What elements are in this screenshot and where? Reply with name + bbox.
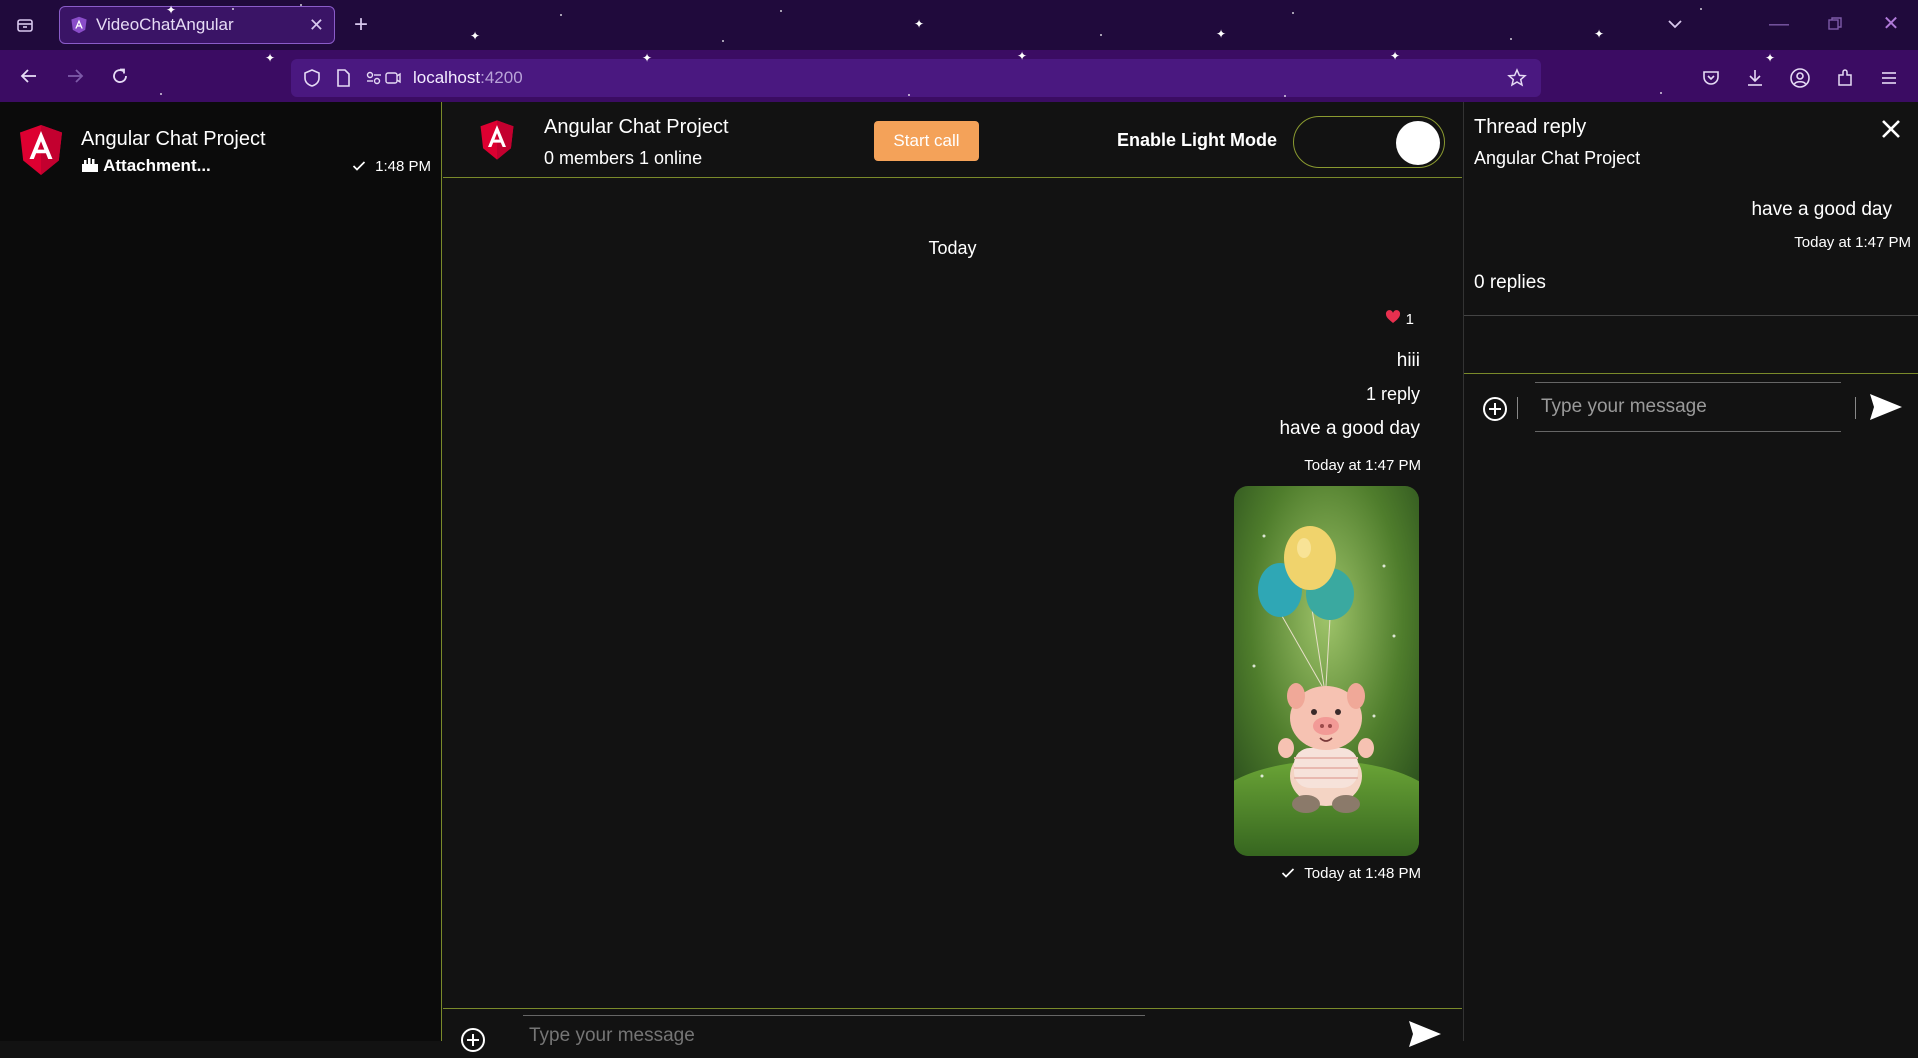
add-attachment-icon[interactable] (460, 1027, 486, 1058)
add-attachment-icon[interactable] (1482, 396, 1508, 427)
plus-icon[interactable]: + (348, 12, 374, 38)
tab-title: VideoChatAngular (96, 15, 234, 34)
bookmark-star-icon[interactable] (1507, 68, 1527, 88)
minimize-icon[interactable]: — (1766, 11, 1792, 37)
close-icon[interactable]: ✕ (309, 15, 324, 36)
check-icon (352, 158, 375, 175)
heart-icon (1385, 310, 1401, 328)
reaction-badge[interactable]: 1 (1385, 310, 1414, 328)
angular-favicon-icon (71, 16, 87, 34)
toggle-knob (1396, 121, 1440, 165)
address-bar[interactable]: localhost:4200 (291, 59, 1541, 97)
attachment-timestamp: Today at 1:48 PM (1281, 865, 1421, 882)
thread-channel-name: Angular Chat Project (1474, 148, 1641, 168)
pocket-icon[interactable] (1698, 65, 1724, 91)
reply-count-link[interactable]: 1 reply (1366, 384, 1420, 405)
forward-icon[interactable] (62, 63, 88, 89)
send-icon[interactable] (1407, 1019, 1443, 1054)
shield-icon[interactable] (303, 68, 321, 88)
thread-title: Thread reply (1474, 116, 1587, 138)
menu-icon[interactable] (1876, 65, 1902, 91)
channel-last-message: Attachment... (81, 156, 211, 176)
thread-reply-count: 0 replies (1474, 272, 1546, 293)
extensions-icon[interactable] (1832, 65, 1858, 91)
chevron-down-icon[interactable] (1662, 11, 1688, 37)
angular-logo-icon (20, 125, 62, 175)
tab-list-icon[interactable] (12, 12, 38, 38)
message-composer (443, 1008, 1462, 1055)
angular-logo-icon (480, 120, 514, 160)
chat-app: Angular Chat Project Attachment... 1:48 … (0, 102, 1918, 1055)
channel-member-count: 0 members 1 online (544, 148, 703, 168)
input-separator (1517, 397, 1518, 419)
message-input[interactable] (523, 1015, 1145, 1055)
divider (1464, 315, 1918, 316)
check-icon (1281, 865, 1304, 882)
browser-tab-bar: VideoChatAngular ✕ + — ✕ (0, 0, 1918, 50)
message-text[interactable]: have a good day (1279, 418, 1420, 440)
message-text[interactable]: hiii (1397, 350, 1420, 372)
date-separator: Today (928, 238, 977, 258)
pig-with-balloons-image (1234, 486, 1419, 856)
back-icon[interactable] (16, 63, 42, 89)
thread-panel: Thread reply Angular Chat Project have a… (1463, 102, 1918, 1041)
permissions-icon[interactable] (365, 68, 401, 88)
channel-window: Angular Chat Project 0 members 1 online … (443, 102, 1462, 1055)
window-close-icon[interactable]: ✕ (1878, 11, 1904, 37)
thread-parent-message: have a good day (1751, 199, 1892, 220)
divider (1464, 373, 1918, 374)
reaction-count: 1 (1405, 310, 1414, 328)
image-attachment[interactable] (1234, 486, 1419, 856)
channel-title: Angular Chat Project (544, 116, 729, 138)
message-timestamp: Today at 1:47 PM (1304, 457, 1421, 474)
reload-icon[interactable] (107, 63, 133, 89)
channel-preview-item[interactable]: Angular Chat Project Attachment... 1:48 … (0, 114, 441, 178)
browser-tab[interactable]: VideoChatAngular ✕ (59, 6, 335, 44)
channel-time-text: 1:48 PM (375, 158, 431, 175)
restore-icon[interactable] (1822, 11, 1848, 37)
channel-header: Angular Chat Project 0 members 1 online … (443, 102, 1462, 178)
channel-name: Angular Chat Project (81, 128, 266, 150)
thread-message-input[interactable] (1535, 382, 1841, 432)
page-icon[interactable] (335, 68, 351, 88)
account-icon[interactable] (1787, 65, 1813, 91)
start-call-button[interactable]: Start call (874, 121, 979, 161)
attachment-time-text: Today at 1:48 PM (1304, 865, 1421, 882)
channel-time: 1:48 PM (352, 158, 431, 175)
thread-composer (1464, 380, 1918, 436)
download-icon[interactable] (1742, 65, 1768, 91)
send-icon[interactable] (1868, 392, 1904, 427)
thread-message-timestamp: Today at 1:47 PM (1794, 234, 1911, 251)
light-mode-toggle[interactable] (1293, 116, 1445, 168)
channel-preview-text: Attachment... (103, 156, 211, 175)
url-port: :4200 (480, 68, 523, 87)
url-host: localhost (413, 68, 481, 87)
light-mode-label: Enable Light Mode (1117, 130, 1277, 150)
channel-list: Angular Chat Project Attachment... 1:48 … (0, 102, 442, 1041)
attachment-icon (81, 156, 103, 175)
close-icon[interactable] (1880, 116, 1902, 147)
input-separator (1855, 397, 1856, 419)
